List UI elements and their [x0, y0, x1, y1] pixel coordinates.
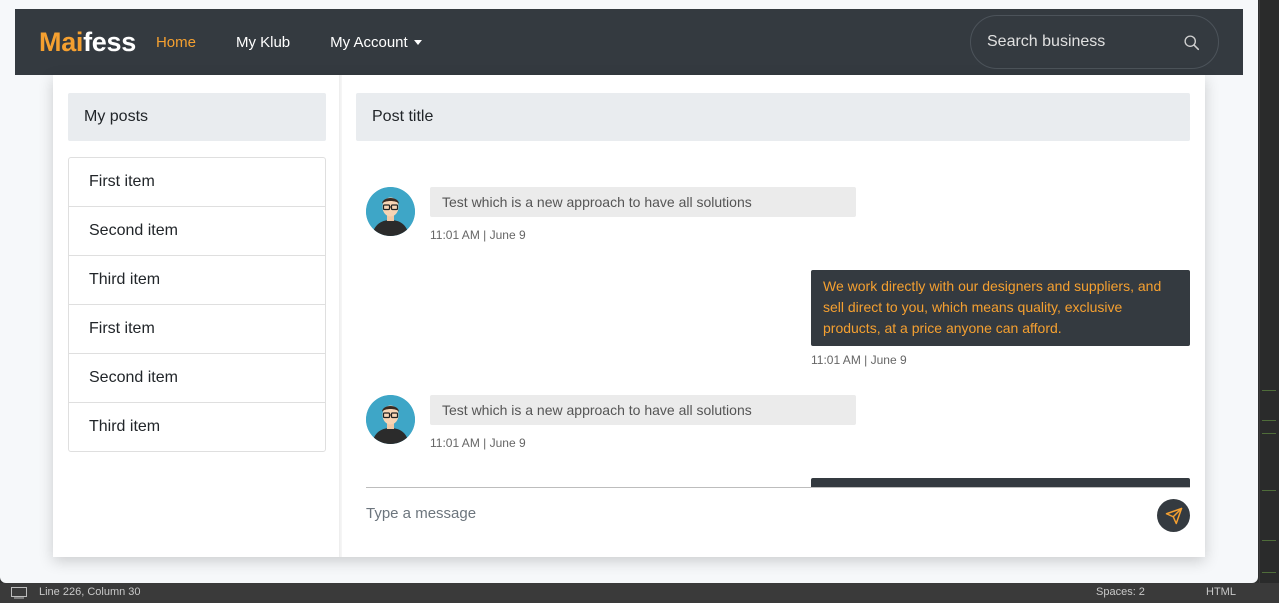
- list-item[interactable]: First item: [69, 305, 325, 354]
- list-item[interactable]: Third item: [69, 403, 325, 451]
- cursor-position[interactable]: Line 226, Column 30: [39, 586, 141, 598]
- incoming-message: Test which is a new approach to have all…: [430, 187, 856, 217]
- brand-accent: Mai: [39, 26, 84, 57]
- message-time: 11:01 AM | June 9: [430, 436, 526, 450]
- message-input[interactable]: [366, 499, 1126, 527]
- search-input[interactable]: [987, 33, 1167, 51]
- nav-my-account-label: My Account: [330, 33, 408, 51]
- editor-minimap: [1259, 0, 1279, 583]
- language-mode[interactable]: HTML: [1206, 586, 1236, 598]
- monitor-icon[interactable]: [11, 587, 27, 599]
- indentation-setting[interactable]: Spaces: 2: [1096, 586, 1145, 598]
- incoming-message: Test which is a new approach to have all…: [430, 395, 856, 425]
- chat-title: Post title: [356, 93, 1190, 141]
- brand-rest: fess: [83, 26, 136, 57]
- outgoing-message: We work directly with our designers and …: [811, 270, 1190, 346]
- top-navbar: Maifess Home My Klub My Account: [15, 9, 1243, 75]
- panel-divider: [339, 75, 342, 557]
- avatar-icon: [366, 187, 415, 236]
- search-box: [970, 15, 1219, 69]
- list-item[interactable]: Second item: [69, 207, 325, 256]
- nav-home-link[interactable]: Home: [156, 34, 196, 51]
- editor-statusbar: Line 226, Column 30 Spaces: 2 HTML: [0, 583, 1279, 603]
- nav-my-account-dropdown[interactable]: My Account: [330, 34, 422, 51]
- avatar-icon: [366, 395, 415, 444]
- send-button[interactable]: [1157, 499, 1190, 532]
- composer-divider: [366, 487, 1190, 488]
- caret-down-icon: [413, 39, 422, 45]
- brand-logo[interactable]: Maifess: [39, 27, 136, 58]
- main-card: My posts First item Second item Third it…: [53, 75, 1205, 557]
- post-list: First item Second item Third item First …: [68, 157, 326, 452]
- send-icon: [1165, 507, 1182, 524]
- search-icon[interactable]: [1183, 34, 1200, 51]
- list-item[interactable]: First item: [69, 158, 325, 207]
- list-item[interactable]: Third item: [69, 256, 325, 305]
- browser-window: Maifess Home My Klub My Account My posts…: [0, 0, 1258, 583]
- nav-my-klub-link[interactable]: My Klub: [236, 34, 290, 51]
- list-item[interactable]: Second item: [69, 354, 325, 403]
- message-time: 11:01 AM | June 9: [430, 228, 526, 242]
- outgoing-message-partial: [811, 478, 1190, 487]
- message-time: 11:01 AM | June 9: [811, 353, 907, 367]
- sidebar-title: My posts: [68, 93, 326, 141]
- chat-messages[interactable]: Test which is a new approach to have all…: [356, 165, 1190, 487]
